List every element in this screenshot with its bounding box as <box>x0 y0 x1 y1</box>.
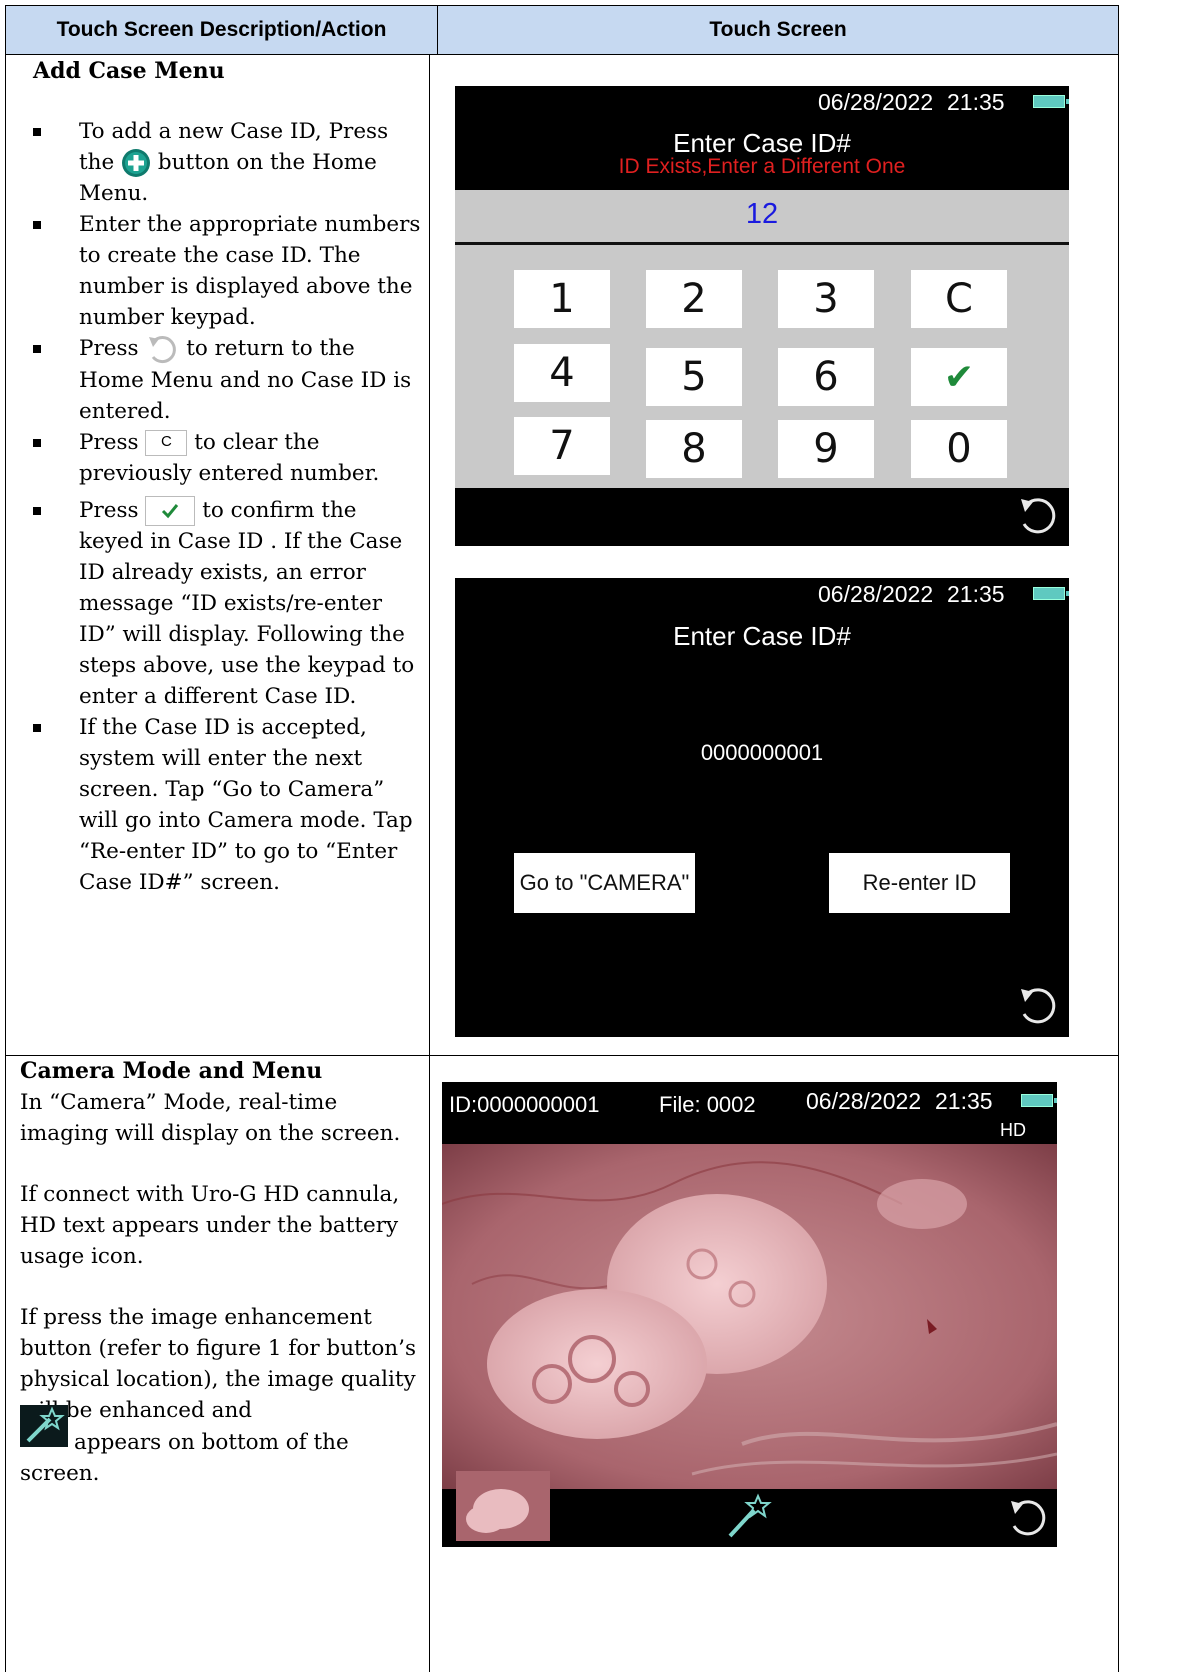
screen2-time: 21:35 <box>947 581 1005 607</box>
key-4[interactable]: 4 <box>514 344 610 402</box>
screen2-date: 06/28/2022 <box>818 581 934 607</box>
col1-header: Touch Screen Description/Action <box>56 18 387 41</box>
key-3[interactable]: 3 <box>778 270 874 328</box>
screen1-time: 21:35 <box>947 89 1005 115</box>
enter-case-screen-error: 06/28/2022 21:35 Enter Case ID# ID Exist… <box>455 86 1069 546</box>
bullet-confirm: Press to confirm the keyed in Case ID . … <box>33 495 421 712</box>
section2-p3b: appears on bottom of the screen. <box>20 1430 349 1486</box>
key-2[interactable]: 2 <box>646 270 742 328</box>
camera-id-value: 0000000001 <box>477 1092 600 1117</box>
key-1[interactable]: 1 <box>514 270 610 328</box>
battery-icon <box>1033 587 1069 600</box>
magic-wand-icon <box>724 1492 774 1540</box>
return-icon[interactable] <box>1005 1496 1049 1540</box>
camera-file-label: File: <box>659 1092 701 1117</box>
section2-p1: In “Camera” Mode, real-time imaging will… <box>20 1090 401 1146</box>
camera-id-label: ID: <box>449 1092 478 1117</box>
bullet-add-case: To add a new Case ID, Press the button o… <box>33 116 421 209</box>
bullet-clear-text-a: Press <box>79 430 139 455</box>
screen1-date: 06/28/2022 <box>818 89 934 115</box>
key-6[interactable]: 6 <box>778 348 874 406</box>
plus-circle-icon <box>121 148 151 178</box>
key-9[interactable]: 9 <box>778 420 874 478</box>
table-border-header <box>5 54 1119 55</box>
table-border-right <box>1118 5 1119 1672</box>
col2-header: Touch Screen <box>709 18 847 41</box>
clear-key-icon: C <box>145 430 188 456</box>
key-clear[interactable]: C <box>911 270 1007 328</box>
table-border-mid-2 <box>429 54 430 1672</box>
table-border-row <box>5 1055 1119 1056</box>
go-to-camera-button[interactable]: Go to "CAMERA" <box>514 853 695 913</box>
section1-bullets: To add a new Case ID, Press the button o… <box>33 116 421 898</box>
battery-icon <box>1021 1094 1057 1107</box>
key-0[interactable]: 0 <box>911 420 1007 478</box>
table-border-top <box>5 5 1119 6</box>
section1-title: Add Case Menu <box>33 58 225 84</box>
camera-time: 21:35 <box>935 1088 993 1114</box>
screen2-case-id: 0000000001 <box>700 740 824 765</box>
section2-p3: If press the image enhancement button (r… <box>20 1305 416 1423</box>
bullet-return-text-a: Press <box>79 336 139 361</box>
bullet-confirm-text-b: to confirm the keyed in Case ID . If the… <box>79 498 415 709</box>
bullet-confirm-text-a: Press <box>79 498 139 523</box>
re-enter-id-button[interactable]: Re-enter ID <box>829 853 1010 913</box>
return-icon[interactable] <box>1015 494 1059 538</box>
camera-id: ID:0000000001 <box>449 1092 599 1118</box>
camera-file: File: 0002 <box>659 1092 756 1118</box>
screen1-error: ID Exists,Enter a Different One <box>618 155 906 178</box>
camera-live-image <box>442 1144 1057 1489</box>
bullet-accepted-text: If the Case ID is accepted, system will … <box>79 715 413 895</box>
battery-icon <box>1033 95 1069 108</box>
bullet-enter-numbers-text: Enter the appropriate numbers to create … <box>79 212 421 330</box>
key-7[interactable]: 7 <box>514 417 610 475</box>
section2-p2: If connect with Uro-G HD cannula, HD tex… <box>20 1182 400 1269</box>
bullet-accepted: If the Case ID is accepted, system will … <box>33 712 421 898</box>
key-5[interactable]: 5 <box>646 348 742 406</box>
bullet-enter-numbers: Enter the appropriate numbers to create … <box>33 209 421 333</box>
case-id-display: 12 <box>745 198 779 230</box>
screen1-value-divider <box>455 242 1069 245</box>
check-key-icon <box>145 496 196 526</box>
bullet-clear: Press C to clear the previously entered … <box>33 427 421 489</box>
return-arrow-icon <box>145 333 179 365</box>
hd-indicator: HD <box>1000 1120 1026 1140</box>
table-border-mid <box>437 5 438 55</box>
screen2-title: Enter Case ID# <box>673 621 851 651</box>
thumbnail-image[interactable] <box>456 1471 550 1541</box>
return-icon[interactable] <box>1015 984 1059 1028</box>
camera-date: 06/28/2022 <box>806 1088 922 1114</box>
table-border-left <box>5 5 6 1672</box>
key-8[interactable]: 8 <box>646 420 742 478</box>
enter-case-screen-accepted: 06/28/2022 21:35 Enter Case ID# 00000000… <box>455 578 1069 1037</box>
section2-title: Camera Mode and Menu <box>20 1058 323 1084</box>
camera-screen: ID:0000000001 File: 0002 06/28/2022 21:3… <box>442 1082 1057 1547</box>
camera-file-value: 0002 <box>706 1092 756 1117</box>
key-confirm[interactable]: ✔ <box>911 348 1007 406</box>
bullet-return: Press to return to the Home Menu and no … <box>33 333 421 427</box>
